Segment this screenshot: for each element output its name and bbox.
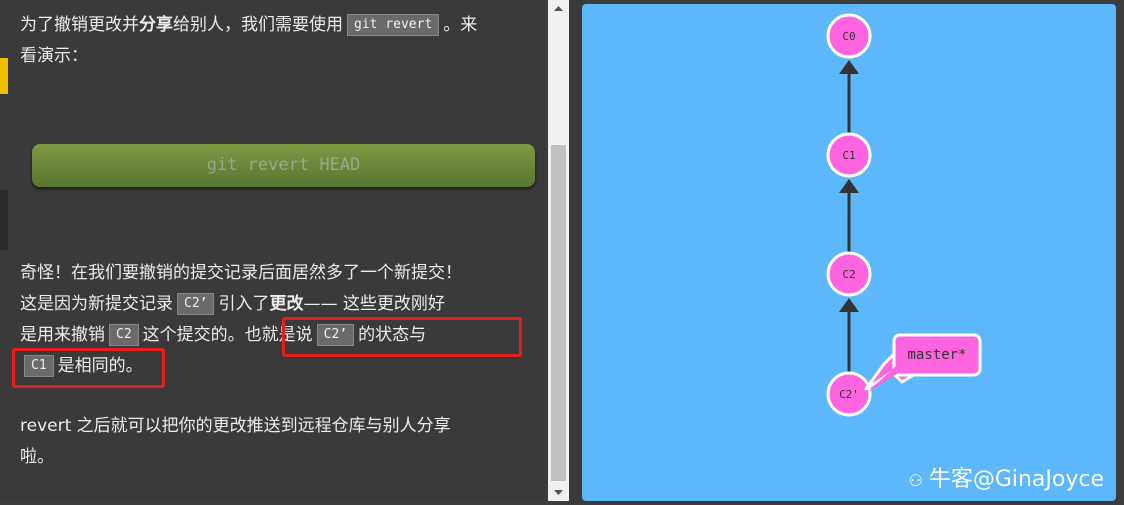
highlight-box [282,317,522,357]
arrow-head-icon [839,298,859,312]
paragraph-intro: 为了撤销更改并分享给别人，我们需要使用 git revert 。来 看演示： [20,14,478,66]
edge-tab [0,190,8,250]
branch-label[interactable]: master* [864,333,982,392]
arrow-head-icon [839,60,859,74]
instruction-panel: 为了撤销更改并分享给别人，我们需要使用 git revert 。来 看演示： git… [0,0,548,501]
svg-text:C1: C1 [842,149,855,162]
watermark: ⚇ 牛客@GinaJoyce [908,467,1104,492]
svg-text:C0: C0 [842,30,855,43]
commit-node[interactable]: C1 [826,132,872,178]
svg-text:C2': C2' [839,388,859,401]
git-visualization: C0 C1 C2 C2' master* ⚇ 牛客@GinaJoyce [582,4,1116,501]
logo-icon: ⚇ [908,471,923,490]
edge-tab [0,58,8,94]
inline-code: C2’ [177,293,215,315]
highlight-box [12,348,165,388]
scroll-thumb[interactable] [551,145,566,481]
divider [569,0,582,501]
scrollbar[interactable] [548,0,569,501]
paragraph-outro: revert 之后就可以把你的更改推送到远程仓库与别人分享 啦。 [20,416,451,467]
inline-code: C2 [109,324,139,346]
scroll-down-icon[interactable] [548,484,569,501]
inline-code: git revert [347,14,440,36]
command-button[interactable]: git revert HEAD [32,144,535,187]
scroll-up-icon[interactable] [548,0,569,17]
svg-text:C2: C2 [842,268,855,281]
commit-node[interactable]: C2 [826,251,872,297]
commit-node[interactable]: C0 [826,13,872,59]
arrow-head-icon [839,179,859,193]
svg-text:master*: master* [907,347,966,363]
commit-node[interactable]: C2' [826,371,872,417]
